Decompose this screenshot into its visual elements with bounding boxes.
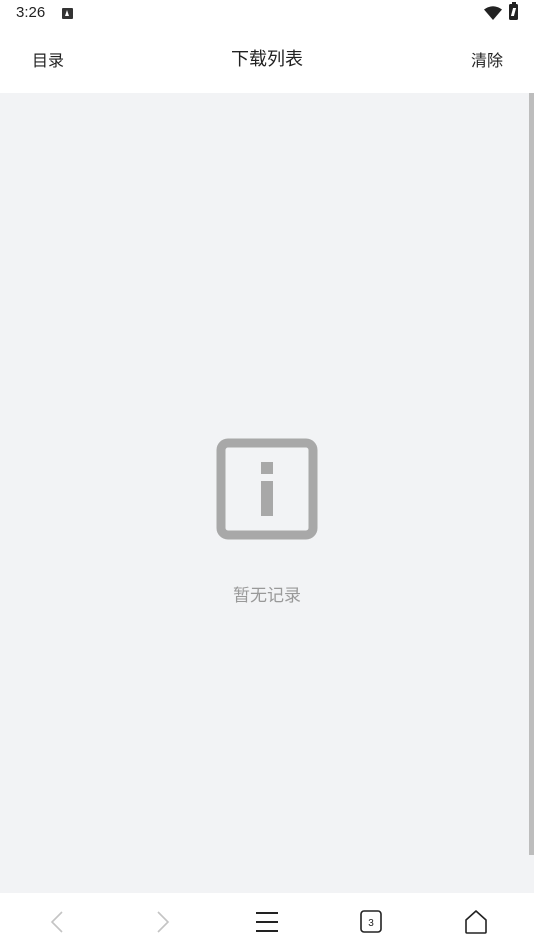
tabs-icon: 3 (360, 910, 382, 933)
info-icon (216, 438, 318, 540)
bottom-nav: 3 (0, 893, 534, 950)
forward-arrow-icon (157, 911, 170, 933)
home-icon (465, 910, 487, 934)
tabs-button[interactable]: 3 (356, 907, 386, 937)
clear-button[interactable]: 清除 (471, 47, 503, 71)
menu-button[interactable] (252, 907, 282, 937)
notification-a-icon (62, 8, 73, 19)
screen: 3:26 目录 下载列表 清除 暂无记录 3 (0, 0, 534, 950)
tabs-count: 3 (368, 918, 374, 929)
back-arrow-icon (50, 911, 63, 933)
back-button[interactable] (43, 907, 73, 937)
status-bar: 3:26 (0, 0, 534, 26)
status-time: 3:26 (16, 4, 46, 21)
wifi-icon (484, 6, 502, 20)
forward-button[interactable] (147, 907, 177, 937)
home-button[interactable] (461, 907, 491, 937)
menu-icon (256, 912, 278, 932)
empty-message: 暂无记录 (233, 586, 301, 606)
battery-charging-icon (509, 2, 518, 20)
download-list-area: 暂无记录 (0, 93, 534, 893)
scrollbar[interactable] (529, 93, 534, 855)
page-title: 下载列表 (231, 49, 303, 70)
app-header: 目录 下载列表 清除 (0, 26, 534, 93)
